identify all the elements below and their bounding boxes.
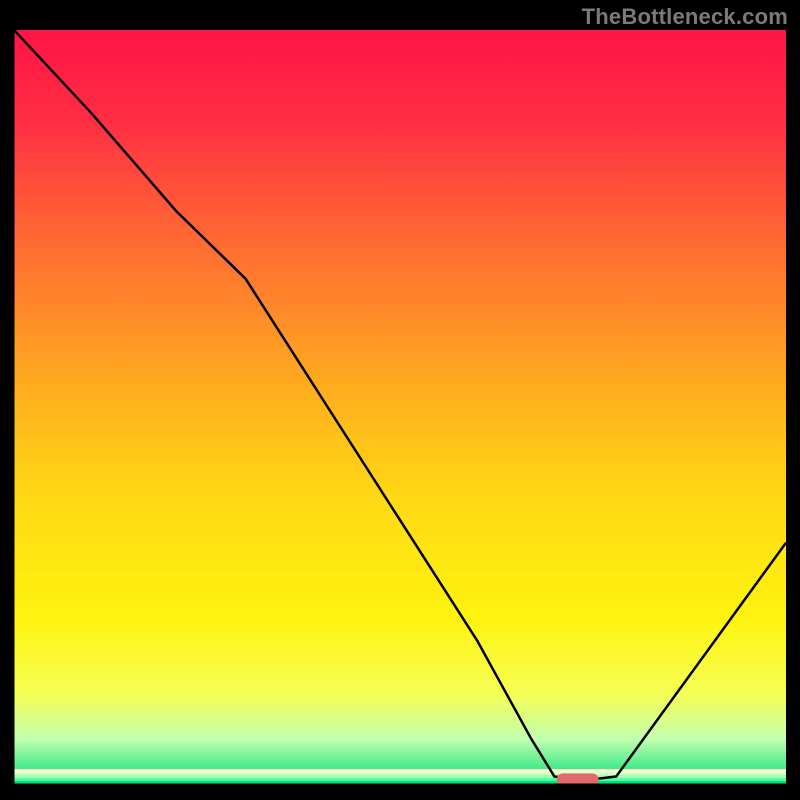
chart-svg (14, 30, 786, 784)
gradient-background (14, 30, 786, 784)
chart-container: TheBottleneck.com (0, 0, 800, 800)
bottom-bands (14, 769, 786, 784)
optimum-marker (557, 774, 599, 785)
watermark-label: TheBottleneck.com (582, 4, 788, 30)
plot-area (14, 30, 786, 784)
